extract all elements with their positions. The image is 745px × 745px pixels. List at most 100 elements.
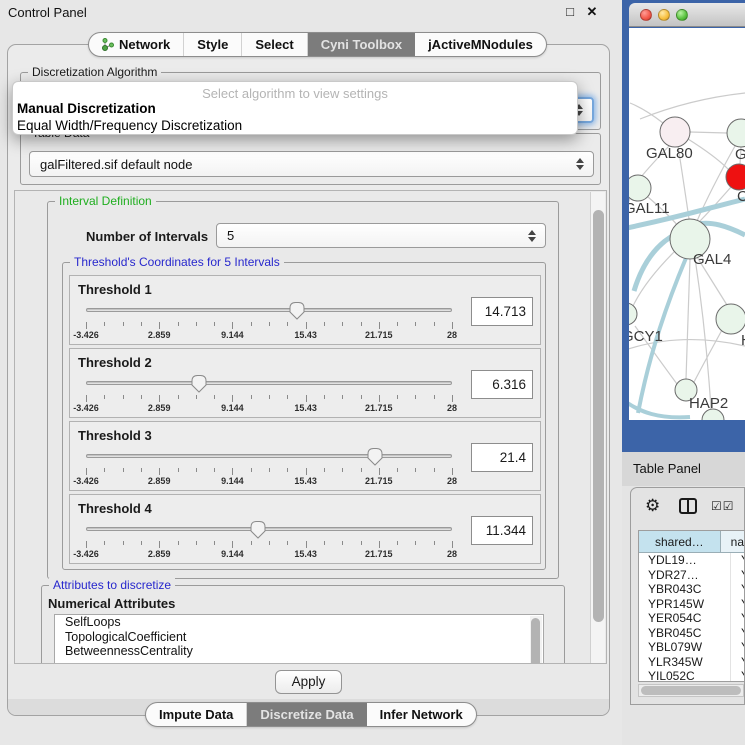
numerical-attributes-list[interactable]: SelfLoopsTopologicalCoefficientBetweenne…	[54, 614, 544, 664]
network-node[interactable]	[629, 175, 651, 201]
column-header-shared-name[interactable]: shared…	[639, 531, 721, 552]
gear-icon[interactable]: ⚙	[645, 496, 660, 516]
threshold-slider[interactable]: -3.4262.8599.14415.4321.71528	[86, 446, 452, 488]
slider-track[interactable]	[86, 308, 452, 312]
network-node[interactable]	[629, 303, 637, 325]
popup-option-manual[interactable]: Manual Discretization	[17, 101, 156, 116]
close-traffic-light-icon[interactable]	[640, 9, 652, 21]
algorithm-dropdown-popup: Select algorithm to view settings Manual…	[12, 81, 578, 135]
cell-shared-name[interactable]: YBR043C	[639, 582, 731, 597]
cell-shared-name[interactable]: YBR045C	[639, 626, 731, 641]
minimize-traffic-light-icon[interactable]	[658, 9, 670, 21]
slider-thumb-icon[interactable]	[366, 447, 384, 466]
slider-thumb-icon[interactable]	[190, 374, 208, 393]
cell-name[interactable]: YBL0	[731, 640, 744, 655]
table-panel: ⚙ ☑☑ shared… na YDL19…YDL1YDR27…YDR2YBR0…	[630, 487, 745, 705]
scrollbar-thumb[interactable]	[641, 686, 741, 695]
table-data-combobox[interactable]: galFiltered.sif default node	[29, 151, 594, 177]
cell-name[interactable]: YDR2	[731, 568, 744, 583]
table-row[interactable]: YIL052CYIL0	[639, 669, 744, 682]
cell-name[interactable]: YBR0	[731, 582, 744, 597]
tab-impute-data[interactable]: Impute Data	[146, 703, 247, 726]
zoom-traffic-light-icon[interactable]	[676, 9, 688, 21]
tick-label: 15.43	[294, 330, 317, 340]
slider-track[interactable]	[86, 381, 452, 385]
node-label: GAL80	[646, 145, 693, 162]
cell-shared-name[interactable]: YBL079W	[639, 640, 731, 655]
table-row[interactable]: YLR345WYLR3	[639, 655, 744, 670]
threshold-slider[interactable]: -3.4262.8599.14415.4321.71528	[86, 300, 452, 342]
column-header-name[interactable]: na	[721, 531, 744, 552]
slider-track[interactable]	[86, 454, 452, 458]
settings-scrollbar[interactable]	[590, 192, 605, 663]
table-row[interactable]: YDL19…YDL1	[639, 553, 744, 568]
tick-label: 2.859	[148, 549, 171, 559]
select-columns-icon[interactable]: ☑☑	[711, 499, 735, 513]
cell-name[interactable]: YLR3	[731, 655, 744, 670]
network-node[interactable]	[726, 164, 745, 190]
attribute-list-item[interactable]: BetweennessCentrality	[55, 644, 543, 659]
float-window-icon[interactable]: □	[562, 4, 578, 19]
columns-icon[interactable]	[679, 498, 697, 514]
network-edge[interactable]	[695, 258, 711, 409]
threshold-slider[interactable]: -3.4262.8599.14415.4321.71528	[86, 373, 452, 415]
cell-name[interactable]: YER0	[731, 611, 744, 626]
tick-label: 15.43	[294, 476, 317, 486]
network-edge[interactable]	[690, 132, 727, 133]
tab-select[interactable]: Select	[242, 33, 307, 56]
table-row[interactable]: YPR145WYPR1	[639, 597, 744, 612]
table-row[interactable]: YBL079WYBL0	[639, 640, 744, 655]
network-canvas[interactable]: GAL80GACGAL11GAL4GCY1HHAP2	[629, 28, 745, 420]
cell-name[interactable]: YDL1	[731, 553, 744, 568]
tab-style[interactable]: Style	[184, 33, 242, 56]
network-edge[interactable]	[686, 259, 690, 379]
cell-shared-name[interactable]: YIL052C	[639, 669, 731, 682]
network-edge[interactable]	[640, 93, 745, 119]
tab-cyni-toolbox[interactable]: Cyni Toolbox	[308, 33, 415, 56]
network-node[interactable]	[716, 304, 745, 334]
cell-shared-name[interactable]: YLR345W	[639, 655, 731, 670]
table-row[interactable]: YDR27…YDR2	[639, 568, 744, 583]
tab-jactivemnodules[interactable]: jActiveMNodules	[415, 33, 546, 56]
network-node[interactable]	[660, 117, 690, 147]
cell-name[interactable]: YIL0	[731, 669, 744, 682]
tab-infer-network[interactable]: Infer Network	[367, 703, 476, 726]
cell-shared-name[interactable]: YDL19…	[639, 553, 731, 568]
slider-thumb-icon[interactable]	[288, 301, 306, 320]
top-tabstrip: NetworkStyleSelectCyni ToolboxjActiveMNo…	[88, 32, 547, 57]
network-edge[interactable]	[630, 103, 663, 123]
close-icon[interactable]: ✕	[584, 4, 600, 20]
threshold-value-field[interactable]: 21.4	[471, 443, 533, 472]
table-row[interactable]: YER054CYER0	[639, 611, 744, 626]
node-table[interactable]: shared… na YDL19…YDL1YDR27…YDR2YBR043CYB…	[638, 530, 744, 682]
threshold-slider[interactable]: -3.4262.8599.14415.4321.71528	[86, 519, 452, 561]
threshold-value-field[interactable]: 6.316	[471, 370, 533, 399]
threshold-value-field[interactable]: 14.713	[471, 297, 533, 326]
tab-network[interactable]: Network	[89, 33, 184, 56]
list-scrollbar[interactable]	[530, 616, 542, 664]
table-row[interactable]: YBR043CYBR0	[639, 582, 744, 597]
popup-option-equal-width[interactable]: Equal Width/Frequency Discretization	[17, 118, 242, 133]
table-row[interactable]: YBR045CYBR0	[639, 626, 744, 641]
slider-track[interactable]	[86, 527, 452, 531]
cell-name[interactable]: YBR0	[731, 626, 744, 641]
tab-discretize-data[interactable]: Discretize Data	[247, 703, 366, 726]
slider-ticks	[86, 322, 452, 329]
network-edge[interactable]	[688, 139, 728, 169]
table-hscrollbar[interactable]	[638, 684, 744, 697]
slider-thumb-icon[interactable]	[249, 520, 267, 539]
attribute-list-item[interactable]: TopologicalCoefficient	[55, 630, 543, 645]
cell-name[interactable]: YPR1	[731, 597, 744, 612]
apply-button[interactable]: Apply	[275, 670, 342, 694]
attribute-list-item[interactable]: SelfLoops	[55, 615, 543, 630]
number-of-intervals-combobox[interactable]: 5	[216, 223, 546, 248]
network-edge[interactable]	[629, 399, 690, 417]
cell-shared-name[interactable]: YDR27…	[639, 568, 731, 583]
group-title: Interval Definition	[55, 194, 156, 208]
table-toolbar: ⚙ ☑☑	[631, 488, 744, 528]
threshold-value-field[interactable]: 11.344	[471, 516, 533, 545]
cell-shared-name[interactable]: YPR145W	[639, 597, 731, 612]
cell-shared-name[interactable]: YER054C	[639, 611, 731, 626]
network-node[interactable]	[727, 119, 745, 147]
scrollbar-thumb[interactable]	[593, 210, 604, 622]
